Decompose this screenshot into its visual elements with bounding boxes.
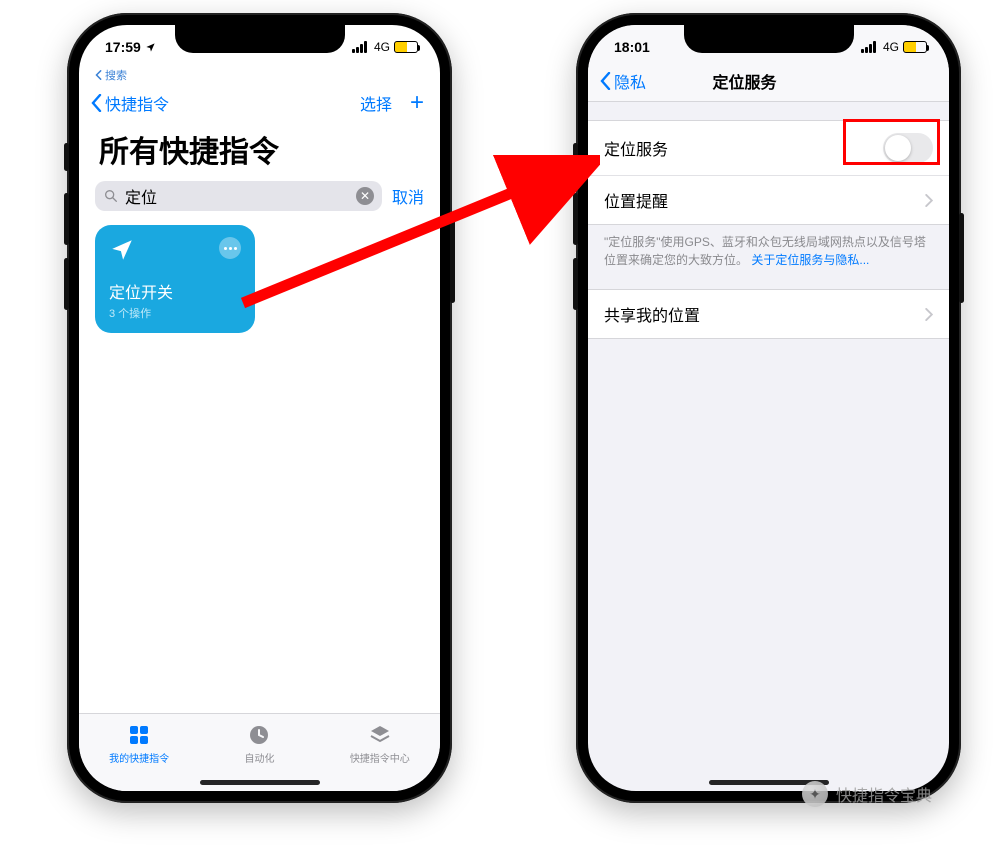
hw-volume-up [573, 193, 578, 245]
footer-note: "定位服务"使用GPS、蓝牙和众包无线局域网热点以及信号塔位置来确定您的大致方位… [588, 225, 949, 269]
search-field[interactable]: ✕ [95, 181, 382, 211]
back-button[interactable]: 快捷指令 [91, 91, 169, 115]
location-arrow-icon [109, 237, 135, 263]
row-share-location[interactable]: 共享我的位置 [588, 290, 949, 338]
network-label: 4G [883, 40, 899, 54]
watermark-text: 快捷指令宝典 [836, 782, 932, 806]
cancel-search-button[interactable]: 取消 [392, 184, 424, 208]
grid-icon [127, 723, 151, 747]
location-arrow-icon [145, 42, 156, 53]
hw-volume-down [64, 258, 69, 310]
signal-icon [352, 41, 370, 53]
select-button[interactable]: 选择 [360, 91, 392, 115]
shortcut-card[interactable]: 定位开关 3 个操作 [95, 225, 255, 333]
watermark-logo-icon: ✦ [802, 781, 828, 807]
back-label: 快捷指令 [105, 91, 169, 115]
search-row: ✕ 取消 [79, 181, 440, 225]
location-services-toggle[interactable] [883, 133, 933, 163]
row-label: 定位服务 [604, 136, 668, 160]
clock-icon [247, 723, 271, 747]
nav-bar: 快捷指令 选择 + [79, 87, 440, 123]
stack-icon [368, 723, 392, 747]
status-time: 17:59 [105, 39, 141, 55]
chevron-left-icon [91, 94, 103, 112]
screen-right: 18:01 4G 隐私 定位服务 定位服务 [588, 25, 949, 791]
nav-title: 定位服务 [596, 69, 893, 93]
phone-frame-right: 18:01 4G 隐私 定位服务 定位服务 [576, 13, 961, 803]
search-input[interactable] [125, 187, 350, 205]
screen-left: 17:59 4G 搜索 快捷指令 选择 + 所有快捷指令 [79, 25, 440, 791]
add-button[interactable]: + [410, 91, 424, 115]
privacy-link[interactable]: 关于定位服务与隐私... [751, 253, 869, 267]
hw-power-button [450, 213, 455, 303]
search-icon [103, 188, 119, 204]
card-more-button[interactable] [219, 237, 241, 259]
notch [175, 25, 345, 53]
settings-group-2: 共享我的位置 [588, 289, 949, 339]
watermark: ✦ 快捷指令宝典 [802, 781, 932, 807]
tab-label: 快捷指令中心 [350, 750, 410, 765]
tab-label: 自动化 [244, 750, 274, 765]
tab-gallery[interactable]: 快捷指令中心 [320, 714, 440, 773]
settings-group-1: 定位服务 位置提醒 [588, 120, 949, 225]
signal-icon [861, 41, 879, 53]
battery-icon [903, 41, 927, 53]
nav-bar: 隐私 定位服务 [588, 65, 949, 102]
clear-search-button[interactable]: ✕ [356, 187, 374, 205]
chevron-right-icon [925, 308, 933, 321]
battery-icon [394, 41, 418, 53]
network-label: 4G [374, 40, 390, 54]
tab-my-shortcuts[interactable]: 我的快捷指令 [79, 714, 199, 773]
card-subtitle: 3 个操作 [109, 305, 241, 321]
breadcrumb-back-to-search[interactable]: 搜索 [79, 65, 440, 87]
breadcrumb-label: 搜索 [105, 67, 127, 83]
home-indicator[interactable] [200, 780, 320, 785]
row-location-alerts[interactable]: 位置提醒 [588, 175, 949, 224]
phone-frame-left: 17:59 4G 搜索 快捷指令 选择 + 所有快捷指令 [67, 13, 452, 803]
hw-volume-up [64, 193, 69, 245]
row-label: 位置提醒 [604, 188, 668, 212]
hw-power-button [959, 213, 964, 303]
tab-label: 我的快捷指令 [109, 750, 169, 765]
notch [684, 25, 854, 53]
row-label: 共享我的位置 [604, 302, 700, 326]
card-title: 定位开关 [109, 279, 241, 303]
chevron-left-icon [95, 70, 103, 80]
tab-automation[interactable]: 自动化 [199, 714, 319, 773]
hw-silence-switch [573, 143, 578, 171]
hw-silence-switch [64, 143, 69, 171]
hw-volume-down [573, 258, 578, 310]
chevron-right-icon [925, 194, 933, 207]
status-time: 18:01 [614, 39, 650, 55]
page-title: 所有快捷指令 [79, 123, 440, 181]
row-location-services[interactable]: 定位服务 [588, 121, 949, 175]
